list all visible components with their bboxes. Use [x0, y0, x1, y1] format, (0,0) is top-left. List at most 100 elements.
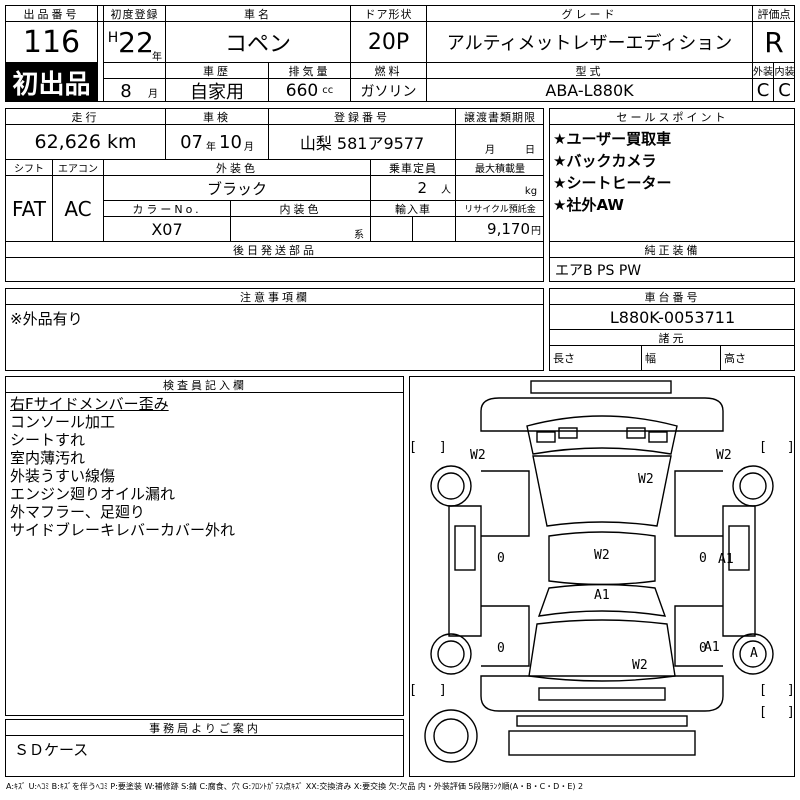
mark-a1-right: A1	[718, 552, 734, 567]
shift-label: シフト	[14, 164, 44, 175]
model-label: 型式	[575, 64, 604, 78]
fuel-value: ガソリン	[360, 83, 417, 100]
model-value: ABA-L880K	[545, 81, 634, 100]
displacement: 660 cc	[269, 79, 350, 102]
sales-point: ★ユーザー買取車	[553, 130, 672, 148]
sales-point: ★バックカメラ	[553, 152, 657, 170]
shift-value: FAT	[11, 196, 46, 221]
inspector-line: シートすれ	[10, 431, 86, 449]
transfer-month: 月	[485, 144, 495, 156]
ac-label: エアコン	[58, 164, 98, 175]
interior-value: C	[778, 80, 791, 101]
mark-w2-rear: W2	[632, 658, 648, 673]
intcolor-label: 内装色	[279, 202, 322, 216]
capacity-label: 乗車定員	[389, 161, 437, 175]
dims-width: 幅	[645, 352, 656, 365]
inspector-line: コンソール加工	[10, 413, 116, 431]
color-label: 外装色	[216, 161, 258, 175]
load-unit: kg	[524, 185, 538, 197]
mileage-unit: km	[106, 131, 137, 153]
inspector-line: 外装うすい線傷	[10, 467, 116, 485]
mark-w2-fr: W2	[716, 448, 732, 463]
capacity: 2 人	[371, 176, 455, 200]
history-label: 車歴	[203, 64, 231, 78]
plate-label: 登録番号	[334, 110, 390, 124]
inspector-line: 外マフラー、足廻り	[10, 503, 145, 521]
inspection-label: 車検	[203, 110, 231, 124]
carname-value: コペン	[224, 32, 291, 57]
capacity-unit: 人	[441, 184, 451, 196]
svg-text:[: [	[759, 705, 767, 720]
dims-length: 長さ	[553, 352, 575, 365]
year-unit: 年	[152, 51, 162, 63]
svg-text:[: [	[409, 683, 417, 698]
exterior-label: 外装	[753, 67, 773, 78]
office-label: 事務局よりご案内	[149, 721, 261, 735]
recycle-unit: 円	[531, 225, 541, 237]
svg-text:]: ]	[787, 683, 795, 698]
carname-label: 車名	[244, 7, 272, 21]
transfer-label: 譲渡書類期限	[464, 110, 536, 124]
transfer-day: 日	[525, 144, 535, 156]
dims-height: 高さ	[724, 352, 746, 365]
later-parts-label: 後日発送部品	[233, 243, 317, 257]
office-value: ＳＤケース	[14, 741, 89, 759]
svg-text:[: [	[759, 683, 767, 698]
chassis-label: 車台番号	[644, 290, 701, 304]
mileage-value: 62,626	[34, 131, 101, 153]
inspection-date: 07 年 10 月	[166, 125, 268, 159]
score-value: R	[764, 25, 784, 59]
inspector-line: サイドブレーキレバーカバー外れ	[10, 521, 236, 539]
displacement-value: 660	[285, 80, 319, 101]
reg-year: 22	[118, 25, 154, 59]
sales-points-label: セールスポイント	[616, 110, 729, 124]
score-label: 評価点	[757, 7, 791, 21]
sales-point: ★社外AW	[553, 196, 624, 214]
plate-value: 山梨 581ア9577	[299, 134, 425, 153]
displacement-label: 排気量	[288, 64, 331, 78]
notes-label: 注意事項欄	[240, 290, 310, 304]
insp-month: 10	[219, 131, 242, 153]
inspector-label: 検査員記入欄	[163, 378, 247, 392]
import-label: 輸入車	[395, 202, 431, 216]
mark-a1-center: A1	[594, 588, 610, 603]
recycle-label: リサイクル預託金	[464, 205, 536, 215]
dims-label: 諸元	[658, 331, 687, 345]
mileage: 62,626 km	[6, 125, 165, 159]
door-value: 20P	[367, 29, 410, 55]
equipment-value: エアB PS PW	[555, 263, 642, 279]
lot-number: 116	[22, 24, 81, 60]
colorno-label: カラーNo.	[132, 202, 202, 216]
first-reg-label: 初度登録	[110, 7, 159, 21]
mark-w2-center: W2	[594, 548, 610, 563]
mark-a1-rr: A1	[704, 640, 720, 655]
grade-value: アルティメットレザーエディション	[446, 33, 733, 54]
door-label: ドア形状	[364, 7, 413, 21]
month-unit: 月	[148, 88, 158, 100]
svg-text:]: ]	[439, 440, 447, 455]
load-label: 最大積載量	[475, 164, 525, 175]
interior-label: 内装	[774, 67, 795, 78]
color-value: ブラック	[206, 179, 267, 198]
svg-text:0: 0	[497, 551, 505, 566]
fuel-label: 燃料	[374, 64, 403, 78]
lot-label: 出品番号	[23, 7, 80, 21]
inspector-line: 室内薄汚れ	[10, 449, 86, 467]
mark-w2-fl: W2	[470, 448, 486, 463]
first-listing-badge: 初出品	[6, 63, 97, 101]
insp-year: 07	[180, 131, 203, 153]
history-value: 自家用	[190, 81, 244, 103]
mileage-label: 走行	[71, 110, 100, 124]
car-diagram: [] [] [] [] [] 00 00	[409, 380, 795, 763]
inspector-notes: 右Fサイドメンバー歪み コンソール加工 シートすれ 室内薄汚れ 外装うすい線傷 …	[10, 395, 235, 539]
grade-label: グレード	[561, 7, 618, 21]
inspector-line: エンジン廻りオイル漏れ	[10, 485, 176, 503]
notes-value: ※外品有り	[10, 310, 83, 328]
inspector-line: 右Fサイドメンバー歪み	[10, 395, 169, 413]
svg-text:]: ]	[787, 440, 795, 455]
svg-text:0: 0	[497, 641, 505, 656]
chassis-value: L880K-0053711	[609, 307, 736, 327]
intcolor-unit: 系	[354, 229, 364, 241]
sales-points-list: ★ユーザー買取車 ★バックカメラ ★シートヒーター ★社外AW	[553, 128, 793, 216]
svg-text:]: ]	[787, 705, 795, 720]
